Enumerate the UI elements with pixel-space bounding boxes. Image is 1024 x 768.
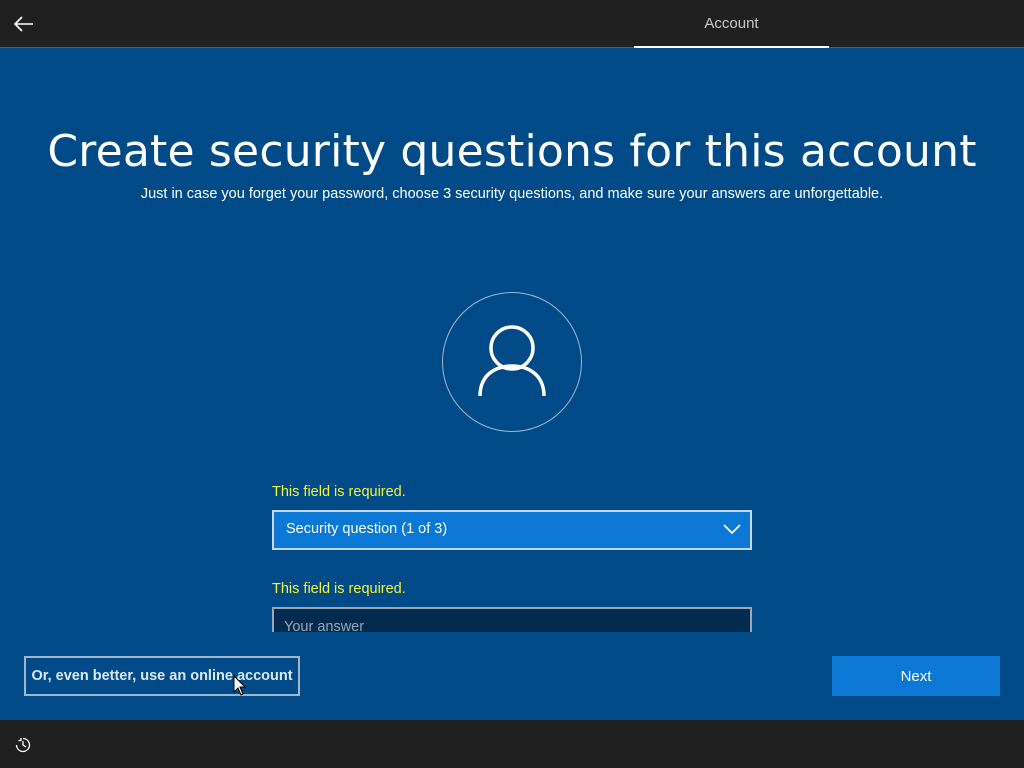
page-subtitle: Just in case you forget your password, c… bbox=[140, 186, 884, 202]
avatar bbox=[442, 292, 582, 432]
back-button[interactable] bbox=[8, 8, 40, 40]
next-button[interactable]: Next bbox=[832, 656, 1000, 696]
next-button-label: Next bbox=[900, 667, 932, 685]
ease-of-access-button[interactable] bbox=[12, 734, 34, 756]
page-title: Create security questions for this accou… bbox=[47, 126, 977, 177]
top-bar: Account bbox=[0, 0, 1024, 48]
tab-account-label: Account bbox=[704, 15, 759, 32]
security-question-dropdown[interactable]: Security question (1 of 3) bbox=[272, 510, 752, 550]
tab-account: Account bbox=[634, 0, 829, 48]
online-account-button[interactable]: Or, even better, use an online account bbox=[24, 656, 300, 696]
security-question-selected: Security question (1 of 3) bbox=[286, 521, 448, 537]
online-account-label: Or, even better, use an online account bbox=[31, 668, 293, 684]
ease-of-access-icon bbox=[15, 737, 31, 753]
mouse-cursor-icon bbox=[233, 675, 247, 696]
arrow-left-icon bbox=[14, 16, 33, 32]
user-icon bbox=[478, 325, 546, 397]
answer-error-text: This field is required. bbox=[272, 581, 406, 597]
question-error-text: This field is required. bbox=[272, 484, 406, 500]
chevron-down-icon bbox=[723, 524, 741, 535]
bottom-bar bbox=[0, 720, 1024, 768]
